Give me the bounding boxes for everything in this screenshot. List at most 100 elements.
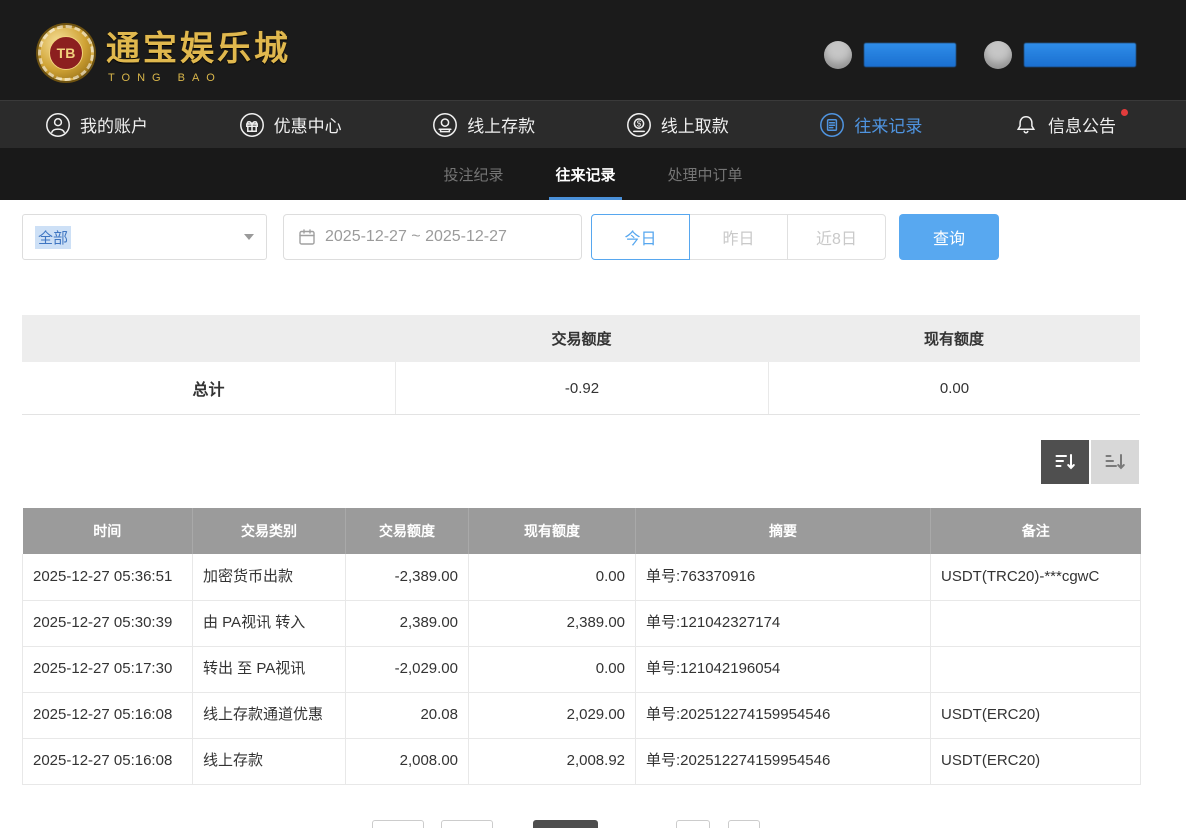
tab-label: 投注纪录 — [443, 164, 503, 185]
cell-summary: 单号:121042196054 — [636, 646, 931, 692]
cell-type: 线上存款通道优惠 — [193, 692, 346, 738]
sub-navigation: 投注纪录 往来记录 处理中订单 — [0, 148, 1186, 200]
quick-range-group: 今日 昨日 近8日 — [591, 214, 886, 260]
brand-name-cn: 通宝娱乐城 — [106, 21, 291, 70]
nav-item-records[interactable]: 往来记录 — [819, 112, 922, 138]
summary-balance-value: 0.00 — [768, 362, 1140, 414]
records-table: 时间 交易类别 交易额度 现有额度 摘要 备注 2025-12-27 05:36… — [22, 508, 1141, 785]
sort-ascending-button[interactable] — [1091, 440, 1139, 484]
cell-time: 2025-12-27 05:36:51 — [23, 554, 193, 600]
cell-balance: 0.00 — [469, 646, 636, 692]
tab-pending-orders[interactable]: 处理中订单 — [666, 148, 745, 200]
brand-chip-label: TB — [49, 36, 83, 70]
deposit-icon — [432, 112, 458, 138]
cell-time: 2025-12-27 05:17:30 — [23, 646, 193, 692]
cell-balance: 0.00 — [469, 554, 636, 600]
nav-item-announcements[interactable]: 信息公告 — [1013, 112, 1116, 138]
top-header: TB 通宝娱乐城 TONG BAO — [0, 0, 1186, 100]
summary-transaction-value: -0.92 — [395, 362, 768, 414]
redacted-balance — [864, 43, 956, 67]
main-navigation: 我的账户 优惠中心 线上存款 $ 线上取款 往来记录 — [0, 100, 1186, 148]
cell-balance: 2,029.00 — [469, 692, 636, 738]
cell-time: 2025-12-27 05:16:08 — [23, 692, 193, 738]
cell-type: 线上存款 — [193, 738, 346, 784]
header-type: 交易类别 — [193, 508, 346, 554]
type-filter-value: 全部 — [35, 226, 71, 249]
table-row: 2025-12-27 05:36:51 加密货币出款 -2,389.00 0.0… — [23, 554, 1141, 600]
table-header-row: 时间 交易类别 交易额度 现有额度 摘要 备注 — [23, 508, 1141, 554]
date-range-value: 2025-12-27 ~ 2025-12-27 — [325, 228, 507, 246]
summary-header-empty — [22, 315, 395, 362]
tab-bet-records[interactable]: 投注纪录 — [441, 148, 505, 200]
tab-label: 处理中订单 — [668, 164, 743, 185]
nav-item-withdraw[interactable]: $ 线上取款 — [626, 112, 729, 138]
pagination-button[interactable] — [676, 820, 710, 828]
nav-item-my-account[interactable]: 我的账户 — [45, 112, 148, 138]
range-yesterday-button[interactable]: 昨日 — [689, 214, 788, 260]
coin-icon — [824, 41, 852, 69]
cell-time: 2025-12-27 05:30:39 — [23, 600, 193, 646]
summary-header-transaction: 交易额度 — [395, 315, 768, 362]
tab-transaction-records[interactable]: 往来记录 — [553, 148, 617, 200]
table-row: 2025-12-27 05:16:08 线上存款 2,008.00 2,008.… — [23, 738, 1141, 784]
cell-remark — [931, 646, 1141, 692]
user-balance-group — [824, 41, 956, 69]
range-last8days-button[interactable]: 近8日 — [787, 214, 886, 260]
type-filter-select[interactable]: 全部 — [22, 214, 267, 260]
nav-label: 往来记录 — [854, 112, 922, 137]
cell-time: 2025-12-27 05:16:08 — [23, 738, 193, 784]
date-range-input[interactable]: 2025-12-27 ~ 2025-12-27 — [283, 214, 582, 260]
cell-remark: USDT(ERC20) — [931, 738, 1141, 784]
header-time: 时间 — [23, 508, 193, 554]
nav-item-promotions[interactable]: 优惠中心 — [239, 112, 342, 138]
notification-dot — [1121, 109, 1128, 116]
cell-amount: -2,029.00 — [346, 646, 469, 692]
cell-amount: 2,389.00 — [346, 600, 469, 646]
cell-summary: 单号:121042327174 — [636, 600, 931, 646]
chevron-down-icon — [244, 234, 254, 240]
records-icon — [819, 112, 845, 138]
cell-balance: 2,389.00 — [469, 600, 636, 646]
filter-bar: 全部 2025-12-27 ~ 2025-12-27 今日 昨日 近8日 查询 — [22, 214, 1186, 260]
cell-amount: 20.08 — [346, 692, 469, 738]
summary-total-label: 总计 — [22, 362, 395, 414]
pagination-current-page[interactable] — [533, 820, 598, 828]
nav-item-deposit[interactable]: 线上存款 — [432, 112, 535, 138]
svg-text:$: $ — [637, 119, 642, 128]
summary-header-balance: 现有额度 — [768, 315, 1140, 362]
table-row: 2025-12-27 05:30:39 由 PA视讯 转入 2,389.00 2… — [23, 600, 1141, 646]
avatar — [984, 41, 1012, 69]
nav-label: 线上存款 — [467, 112, 535, 137]
cell-amount: 2,008.00 — [346, 738, 469, 784]
cell-summary: 单号:202512274159954546 — [636, 692, 931, 738]
sort-controls — [0, 440, 1139, 484]
nav-label: 优惠中心 — [274, 112, 342, 137]
withdraw-icon: $ — [626, 112, 652, 138]
header-balance: 现有额度 — [469, 508, 636, 554]
nav-label: 信息公告 — [1048, 112, 1116, 137]
tab-label: 往来记录 — [555, 164, 615, 185]
pagination-button[interactable] — [372, 820, 424, 828]
cell-remark: USDT(TRC20)-***cgwC — [931, 554, 1141, 600]
transaction-records-page: TB 通宝娱乐城 TONG BAO 我的账户 — [0, 0, 1186, 828]
sort-descending-button[interactable] — [1041, 440, 1089, 484]
search-button[interactable]: 查询 — [899, 214, 999, 260]
nav-label: 线上取款 — [661, 112, 729, 137]
table-row: 2025-12-27 05:17:30 转出 至 PA视讯 -2,029.00 … — [23, 646, 1141, 692]
cell-remark: USDT(ERC20) — [931, 692, 1141, 738]
cell-amount: -2,389.00 — [346, 554, 469, 600]
summary-table: 交易额度 现有额度 总计 -0.92 0.00 — [22, 315, 1140, 415]
brand-logo[interactable]: TB 通宝娱乐城 TONG BAO — [38, 21, 291, 84]
calendar-icon — [298, 228, 316, 246]
pagination-button[interactable] — [728, 820, 760, 828]
cell-type: 转出 至 PA视讯 — [193, 646, 346, 692]
range-today-button[interactable]: 今日 — [591, 214, 690, 260]
header-summary: 摘要 — [636, 508, 931, 554]
bell-icon — [1013, 112, 1039, 138]
user-info-area — [824, 41, 1136, 69]
pagination-button[interactable] — [441, 820, 493, 828]
cell-remark — [931, 600, 1141, 646]
redacted-username — [1024, 43, 1136, 67]
gift-icon — [239, 112, 265, 138]
user-account-group — [984, 41, 1136, 69]
